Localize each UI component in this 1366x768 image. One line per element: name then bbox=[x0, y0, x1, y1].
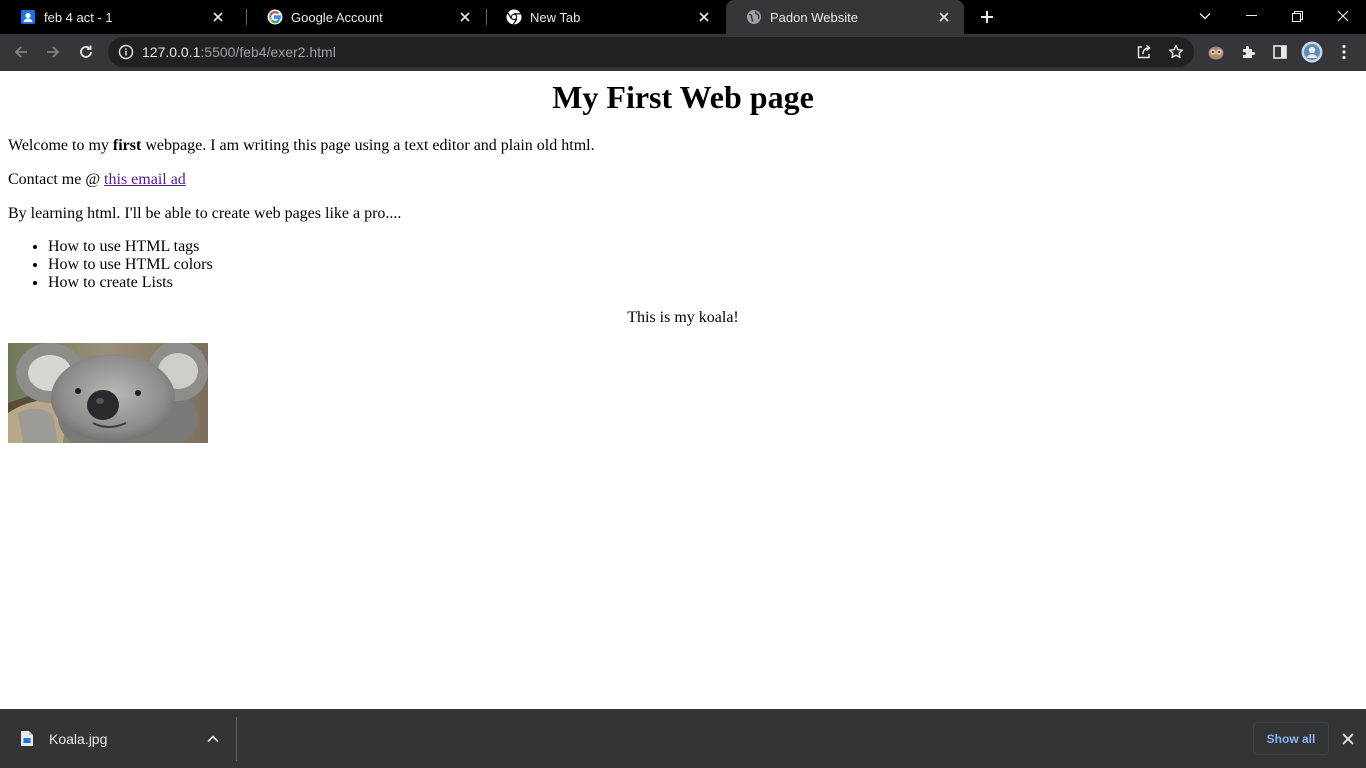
url-text: 127.0.0.1:5500/feb4/exer2.html bbox=[142, 44, 336, 60]
kebab-menu-icon bbox=[1342, 44, 1346, 60]
google-icon bbox=[267, 9, 283, 25]
web-page-content: My First Web page Welcome to my first we… bbox=[0, 71, 1366, 709]
skills-list: How to use HTML tags How to use HTML col… bbox=[8, 238, 213, 292]
forward-button[interactable] bbox=[39, 38, 67, 66]
minimize-button[interactable] bbox=[1228, 0, 1274, 32]
side-panel-icon bbox=[1273, 45, 1287, 59]
koala-caption: This is my koala! bbox=[627, 309, 739, 326]
shelf-divider bbox=[236, 717, 237, 761]
extension-owl-button[interactable] bbox=[1202, 38, 1230, 66]
tab-title: Google Account bbox=[291, 9, 383, 25]
url-path: :5500/feb4/exer2.html bbox=[200, 44, 336, 60]
tab-feb-4-act[interactable]: feb 4 act - 1 bbox=[0, 0, 238, 34]
avatar bbox=[1301, 41, 1323, 63]
contacts-icon bbox=[20, 9, 36, 25]
close-icon bbox=[1342, 733, 1354, 745]
new-tab-button[interactable] bbox=[976, 6, 998, 28]
chrome-icon bbox=[506, 9, 522, 25]
close-shelf-button[interactable] bbox=[1338, 729, 1358, 749]
bookmark-star-icon[interactable] bbox=[1166, 42, 1186, 62]
welcome-text-end: webpage. I am writing this page using a … bbox=[141, 137, 595, 154]
chevron-down-icon bbox=[1199, 13, 1211, 20]
koala-image bbox=[8, 343, 208, 443]
address-bar[interactable]: 127.0.0.1:5500/feb4/exer2.html bbox=[108, 37, 1194, 67]
welcome-bold-word: first bbox=[112, 137, 142, 154]
restore-button[interactable] bbox=[1274, 0, 1320, 32]
plus-icon bbox=[981, 11, 993, 23]
chevron-up-icon bbox=[207, 735, 219, 743]
restore-icon bbox=[1291, 10, 1303, 22]
page-heading: My First Web page bbox=[552, 79, 814, 115]
learning-paragraph: By learning html. I'll be able to create… bbox=[8, 205, 402, 222]
list-item: How to create Lists bbox=[48, 274, 213, 292]
share-icon[interactable] bbox=[1134, 42, 1154, 62]
browser-toolbar: 127.0.0.1:5500/feb4/exer2.html bbox=[0, 34, 1366, 71]
close-icon[interactable] bbox=[696, 9, 712, 25]
show-all-button[interactable]: Show all bbox=[1253, 722, 1329, 755]
profile-button[interactable] bbox=[1298, 38, 1326, 66]
email-link[interactable]: this email ad bbox=[104, 171, 186, 188]
download-file-name[interactable]: Koala.jpg bbox=[49, 731, 107, 747]
download-options-button[interactable] bbox=[204, 730, 222, 748]
tab-google-account[interactable]: Google Account bbox=[247, 0, 485, 34]
puzzle-icon bbox=[1243, 46, 1255, 58]
contact-prefix: Contact me @ bbox=[8, 171, 105, 188]
back-button[interactable] bbox=[7, 38, 35, 66]
list-item: How to use HTML colors bbox=[48, 256, 213, 274]
extensions-button[interactable] bbox=[1234, 38, 1262, 66]
info-icon[interactable] bbox=[118, 44, 134, 60]
tab-title: New Tab bbox=[530, 9, 581, 25]
close-window-button[interactable] bbox=[1320, 0, 1366, 32]
globe-icon bbox=[746, 9, 762, 25]
tab-new-tab[interactable]: New Tab bbox=[486, 0, 724, 34]
welcome-paragraph: Welcome to my first webpage. I am writin… bbox=[8, 137, 595, 155]
reload-button[interactable] bbox=[72, 38, 100, 66]
side-panel-button[interactable] bbox=[1266, 38, 1294, 66]
menu-button[interactable] bbox=[1330, 38, 1358, 66]
url-host: 127.0.0.1 bbox=[142, 44, 201, 60]
welcome-text-start: Welcome to my bbox=[8, 137, 113, 154]
list-item: How to use HTML tags bbox=[48, 238, 213, 256]
tab-search-button[interactable] bbox=[1182, 0, 1228, 32]
close-icon[interactable] bbox=[936, 9, 952, 25]
file-icon bbox=[20, 730, 34, 747]
close-icon[interactable] bbox=[457, 9, 473, 25]
tab-title: feb 4 act - 1 bbox=[44, 9, 113, 25]
contact-paragraph: Contact me @ this email ad bbox=[8, 171, 186, 189]
close-icon bbox=[1337, 10, 1349, 22]
download-shelf: Koala.jpg Show all bbox=[0, 709, 1366, 768]
koala-picture bbox=[8, 343, 208, 443]
owl-extension-icon bbox=[1208, 46, 1224, 60]
tab-padon-website[interactable]: Padon Website bbox=[726, 0, 964, 34]
tab-strip: feb 4 act - 1 Google Account New Tab Pad… bbox=[0, 0, 1366, 34]
arrow-right-icon bbox=[47, 46, 60, 58]
arrow-left-icon bbox=[14, 46, 27, 58]
tab-title: Padon Website bbox=[770, 9, 858, 25]
minimize-icon bbox=[1245, 15, 1257, 16]
close-icon[interactable] bbox=[210, 9, 226, 25]
reload-icon bbox=[80, 45, 92, 58]
